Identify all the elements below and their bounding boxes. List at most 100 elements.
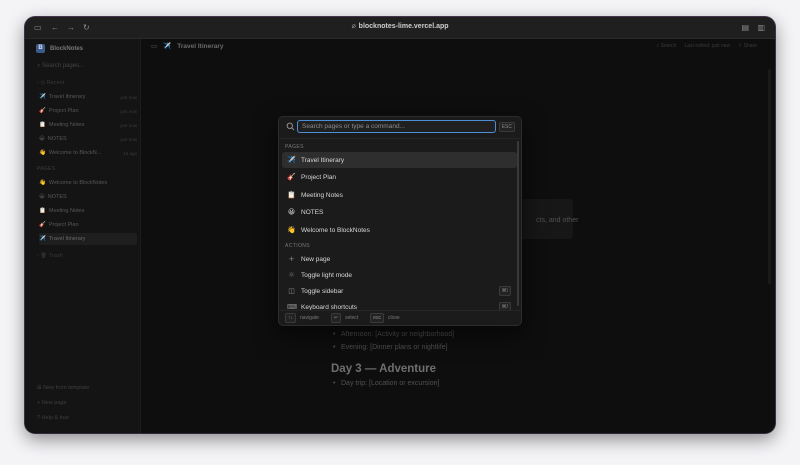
page-icon: ✈️ [39,236,46,242]
page-icon: 👋 [39,150,46,156]
palette-action-new-page[interactable]: + New page [282,251,517,267]
recent-item[interactable]: 📋 Meeting Notes just now [39,119,137,131]
command-palette: ESC PAGES ✈️ Travel Itinerary 🎸 Project Pl… [278,116,522,326]
sidebar-section-recent[interactable]: › ◷ Recent [37,80,65,86]
sun-icon: ☼ [288,271,295,279]
browser-toolbar: ▭ ← → ↻ ⌀ blocknotes-lime.vercel.app ▤ ▥ [25,17,775,39]
link-icon: ⌀ [351,23,356,30]
sidebar-icon: ◫ [288,287,295,295]
page-icon: ✈️ [39,94,46,100]
header-search-button[interactable]: ⌕ Search [656,43,676,49]
section-heading: Day 3 — Adventure [331,363,437,375]
sidebar-item-page[interactable]: 📋 Meeting Notes [39,205,137,217]
airplane-icon: ✈️ [287,156,296,164]
list-item: Day trip: [Location or excursion] [331,380,631,393]
sidebar-item-page-active[interactable]: ✈️ Travel Itinerary [39,233,137,245]
app: B BlockNotes ⌕ Search pages... › ◷ Recen… [25,39,775,433]
palette-item-label: Project Plan [301,173,337,181]
sidebar-item-page[interactable]: 👋 Welcome to BlockNotes [39,177,137,189]
share-button[interactable]: ⇪ Share [738,43,757,49]
palette-footer: ↑↓ navigate ↵ select esc close [279,310,521,325]
palette-action-toggle-sidebar[interactable]: ◫ Toggle sidebar ⌘\ [282,283,517,299]
header-actions: ⌕ Search Last edited: just now ⇪ Share [656,43,757,49]
sidebar-search-placeholder: Search pages... [42,63,85,69]
palette-page-item[interactable]: 😀 NOTES [282,204,517,220]
palette-item-label: Toggle light mode [301,271,352,279]
smiley-icon: 😀 [287,208,296,216]
palette-page-item[interactable]: 🎸 Project Plan [282,169,517,185]
workspace-logo: B [36,44,45,53]
recent-item-label: NOTES [47,136,67,142]
palette-item-label: Welcome to BlockNotes [301,226,370,234]
sidebar-section-trash[interactable]: › 🗑 Trash [37,253,63,259]
page-icon: 📋 [39,208,46,214]
callout-text: cts, and other [536,217,579,224]
tabs-icon[interactable]: ▥ [757,23,765,33]
workspace-header[interactable]: B BlockNotes [36,44,83,53]
browser-window: ▭ ← → ↻ ⌀ blocknotes-lime.vercel.app ▤ ▥ … [25,17,775,433]
header-action-label: Search [660,43,677,49]
search-icon [286,122,295,131]
sidebar-item-label: Meeting Notes [48,208,85,214]
page-icon: 📋 [39,122,46,128]
address-bar[interactable]: ⌀ blocknotes-lime.vercel.app [25,22,775,30]
palette-action-toggle-theme[interactable]: ☼ Toggle light mode [282,267,517,283]
sidebar-section-pages: PAGES [37,166,56,172]
page-icon: 🎸 [39,108,46,114]
recent-item-time: 1h ago [123,150,137,156]
footer-label: Help & tour [41,415,70,421]
list-item: Afternoon: [Activity or neighborhood] [331,331,631,344]
close-key-hint: esc [370,313,384,323]
pages-section-label: PAGES [285,144,304,150]
actions-section-label: ACTIONS [285,243,311,249]
palette-search-input[interactable] [297,120,496,133]
sidebar-item-label: Travel Itinerary [48,236,86,242]
select-key-hint: ↵ [330,313,342,323]
recent-label: Recent [47,80,65,86]
recent-item[interactable]: ✈️ Travel Itinerary just now [39,91,137,103]
waving-hand-icon: 👋 [287,226,296,234]
select-label: select [345,315,359,321]
close-label: close [387,315,400,321]
esc-key-hint[interactable]: ESC [498,122,515,132]
palette-search-row: ESC [279,117,521,139]
recent-item[interactable]: 🎸 Project Plan just now [39,105,137,117]
sidebar-item-page[interactable]: 😀 NOTES [39,191,137,203]
recent-item-time: just now [120,94,137,100]
sidebar-item-label: Project Plan [48,222,79,228]
page-header: ▭ ✈️ Travel Itinerary [151,42,224,51]
reader-icon[interactable]: ▤ [741,23,749,33]
sidebar-item-label: NOTES [47,194,67,200]
recent-item-label: Meeting Notes [48,122,85,128]
editor-scrollbar[interactable] [768,69,771,284]
footer-label: New from template [43,385,90,391]
recent-item-label: Project Plan [48,108,79,114]
page-icon: 🎸 [39,222,46,228]
sidebar-item-label: Welcome to BlockNotes [48,180,108,186]
palette-page-item[interactable]: 📋 Meeting Notes [282,187,517,203]
recent-item[interactable]: 😀 NOTES just now [39,133,137,145]
page-title-icon: ✈️ [163,43,172,50]
footer-label: New page [41,400,67,406]
collapse-sidebar-icon[interactable]: ▭ [151,42,157,50]
new-page-button[interactable]: + New page [37,400,67,406]
navigate-label: navigate [300,315,319,321]
last-edited: Last edited: just now [684,43,731,49]
sidebar-item-page[interactable]: 🎸 Project Plan [39,219,137,231]
recent-item-label: Welcome to BlockN... [48,150,102,156]
navigate-key-hint: ↑↓ [285,313,296,323]
palette-page-item[interactable]: ✈️ Travel Itinerary [282,152,517,168]
help-button[interactable]: ? Help & tour [37,415,69,421]
recent-item-time: just now [120,122,137,128]
palette-item-label: New page [301,255,331,263]
list-item: Evening: [Dinner plans or nightlife] [331,344,631,357]
sidebar: B BlockNotes ⌕ Search pages... › ◷ Recen… [25,39,141,433]
palette-scrollbar[interactable] [517,141,519,306]
palette-page-item[interactable]: 👋 Welcome to BlockNotes [282,222,517,238]
shortcut-hint: ⌘\ [498,286,511,296]
recent-item-time: just now [120,108,137,114]
sidebar-search[interactable]: ⌕ Search pages... [37,63,84,70]
page-icon: 😀 [39,136,45,142]
recent-item[interactable]: 👋 Welcome to BlockN... 1h ago [39,147,137,159]
new-from-template-button[interactable]: ⊞ New from template [37,385,89,391]
